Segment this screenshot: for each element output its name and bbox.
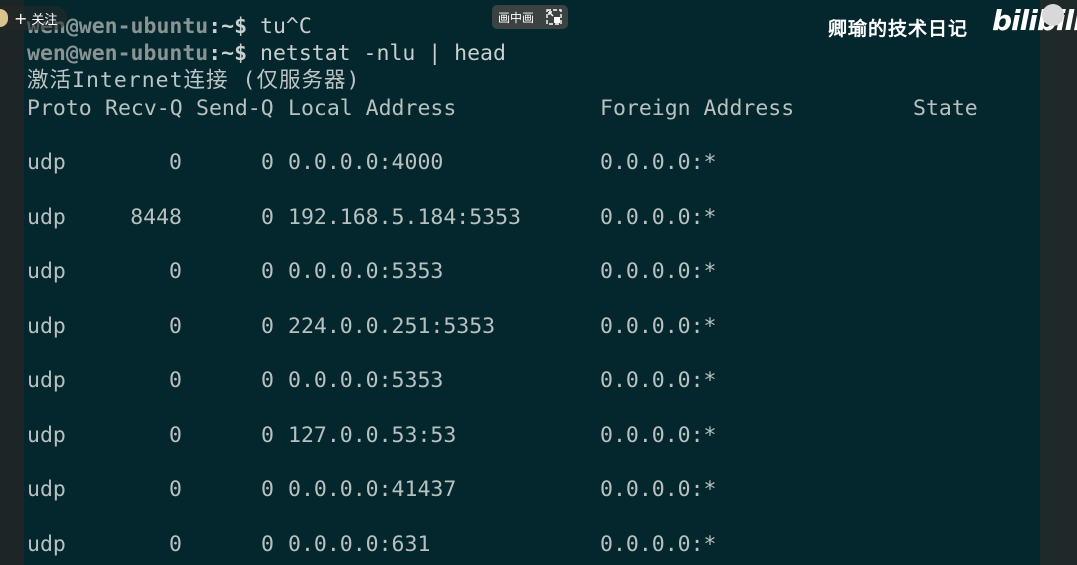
row-local-address: 192.168.5.184:5353: [288, 204, 521, 230]
row-local-address: 0.0.0.0:5353: [288, 259, 444, 284]
row-sendq: 0: [261, 150, 274, 175]
row-proto: udp: [27, 531, 66, 557]
header-foreign-address: Foreign Address: [600, 96, 795, 121]
header-proto: Proto: [27, 96, 92, 121]
prompt-line-command: wen@wen-ubuntu:~$ netstat -nlu | head: [27, 41, 506, 67]
row-foreign-address: 0.0.0.0:*: [600, 313, 717, 339]
pip-icon: [546, 9, 562, 25]
row-recvq: 0: [169, 259, 182, 284]
row-sendq: 0: [261, 259, 274, 284]
row-recvq: 0: [169, 313, 182, 339]
row-proto: udp: [27, 204, 66, 230]
row-proto: udp: [27, 422, 66, 448]
row-local-address: 0.0.0.0:5353: [288, 368, 444, 393]
row-recvq: 0: [169, 422, 182, 448]
header-state: State: [913, 96, 978, 121]
prompt-user: wen@wen-ubuntu: [27, 41, 209, 66]
history-command: tu^C: [260, 14, 312, 39]
row-sendq: 0: [261, 531, 274, 557]
row-foreign-address: 0.0.0.0:*: [600, 368, 717, 393]
row-sendq: 0: [261, 422, 274, 448]
channel-watermark: 卿瑜的技术日记: [828, 18, 969, 40]
row-local-address: 224.0.0.251:5353: [288, 313, 496, 339]
row-recvq: 0: [169, 150, 182, 175]
bilibili-logo: bilibili: [992, 4, 1077, 37]
info-line: 激活Internet连接 (仅服务器): [27, 68, 361, 93]
pip-label: 画中画: [498, 10, 535, 25]
follow-button[interactable]: + 关注: [0, 6, 68, 30]
header-sendq: Send-Q: [196, 96, 274, 121]
row-local-address: 0.0.0.0:4000: [288, 150, 444, 175]
header-recvq: Recv-Q: [105, 96, 183, 121]
row-proto: udp: [27, 150, 66, 175]
picture-in-picture-button[interactable]: 画中画: [492, 5, 568, 29]
row-recvq: 0: [169, 477, 182, 502]
row-foreign-address: 0.0.0.0:*: [600, 150, 717, 175]
row-recvq: 0: [169, 531, 182, 557]
avatar: [0, 9, 8, 27]
row-proto: udp: [27, 259, 66, 284]
row-local-address: 0.0.0.0:631: [288, 531, 431, 557]
row-local-address: 0.0.0.0:41437: [288, 477, 457, 502]
row-foreign-address: 0.0.0.0:*: [600, 422, 717, 448]
row-recvq: 8448: [130, 204, 182, 230]
prompt-suffix: :~$: [208, 41, 260, 66]
plus-icon: +: [14, 8, 28, 28]
row-foreign-address: 0.0.0.0:*: [600, 259, 717, 284]
row-proto: udp: [27, 368, 66, 393]
row-proto: udp: [27, 477, 66, 502]
settings-icon[interactable]: [1042, 4, 1064, 26]
row-sendq: 0: [261, 313, 274, 339]
follow-label: 关注: [31, 12, 58, 28]
prompt-line-history: wen@wen-ubuntu:~$ tu^C: [27, 14, 312, 40]
row-sendq: 0: [261, 204, 274, 230]
row-sendq: 0: [261, 368, 274, 393]
row-foreign-address: 0.0.0.0:*: [600, 531, 717, 557]
current-command: netstat -nlu | head: [260, 41, 506, 66]
row-sendq: 0: [261, 477, 274, 502]
row-recvq: 0: [169, 368, 182, 393]
terminal-window[interactable]: wen@wen-ubuntu:~$ tu^C wen@wen-ubuntu:~$…: [24, 0, 1040, 565]
row-local-address: 127.0.0.53:53: [288, 422, 457, 448]
row-proto: udp: [27, 313, 66, 339]
row-foreign-address: 0.0.0.0:*: [600, 477, 717, 502]
header-local-address: Local Address: [288, 96, 457, 121]
side-panel-strip: [1040, 0, 1077, 565]
prompt-suffix: :~$: [208, 14, 260, 39]
row-foreign-address: 0.0.0.0:*: [600, 204, 717, 230]
